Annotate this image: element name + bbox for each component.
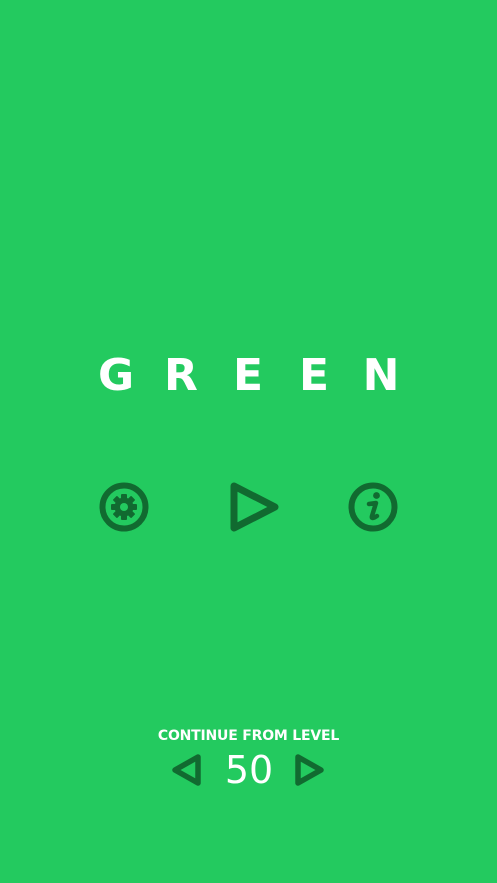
gear-icon [99, 482, 149, 532]
title-letter: G [97, 350, 135, 401]
settings-button[interactable] [98, 480, 150, 534]
next-level-button[interactable] [293, 752, 327, 788]
info-icon [348, 482, 398, 532]
triangle-right-icon [295, 754, 324, 786]
game-title: G R E E N [0, 346, 497, 406]
info-button[interactable] [347, 480, 399, 534]
play-button[interactable] [228, 480, 282, 534]
title-letter: N [362, 350, 400, 401]
title-letter: R [164, 350, 198, 401]
level-number: 50 [224, 748, 274, 792]
title-letter: E [298, 350, 330, 401]
title-letter: E [232, 350, 264, 401]
play-triangle-icon [230, 482, 279, 532]
continue-label: CONTINUE FROM LEVEL [157, 728, 340, 744]
